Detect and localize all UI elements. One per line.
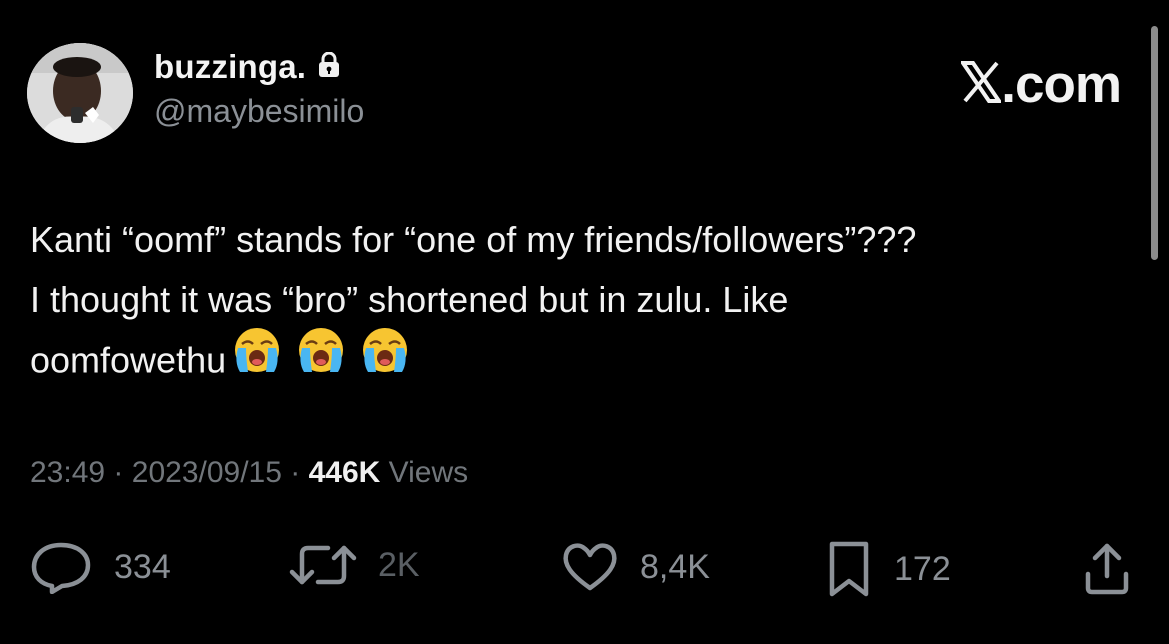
tweet-line-2: I thought it was “bro” shortened but in … xyxy=(30,279,789,320)
author-handle[interactable]: @maybesimilo xyxy=(154,93,364,130)
tweet-body: Kanti “oomf” stands for “one of my frien… xyxy=(30,210,1140,396)
like-count: 8,4K xyxy=(640,547,710,586)
lock-icon xyxy=(318,51,340,83)
like-button[interactable]: 8,4K xyxy=(560,540,710,594)
loudly-crying-face-icon xyxy=(360,326,410,392)
loudly-crying-face-icon xyxy=(232,326,282,392)
scrollbar[interactable] xyxy=(1151,26,1158,260)
author-name-row: buzzinga. xyxy=(154,48,340,86)
tweet-meta: 23:49 · 2023/09/15 · 446K Views xyxy=(30,456,468,490)
meta-separator: · xyxy=(113,456,124,489)
heart-icon xyxy=(560,540,620,594)
bookmark-icon xyxy=(824,540,874,598)
repost-icon xyxy=(288,540,358,590)
tweet-time[interactable]: 23:49 xyxy=(30,456,105,489)
views-label: Views xyxy=(388,456,469,489)
brand-watermark: .com xyxy=(959,54,1122,115)
tweet-line-1: Kanti “oomf” stands for “one of my frien… xyxy=(30,219,917,260)
share-button[interactable] xyxy=(1082,540,1132,596)
views-count: 446K xyxy=(308,456,381,489)
reply-icon xyxy=(28,540,94,594)
tweet-date[interactable]: 2023/09/15 xyxy=(132,456,282,489)
reply-button[interactable]: 334 xyxy=(28,540,171,594)
repost-button[interactable]: 2K xyxy=(288,540,420,590)
avatar-photo xyxy=(27,43,133,143)
brand-domain: .com xyxy=(1001,55,1122,114)
repost-count: 2K xyxy=(378,545,420,584)
loudly-crying-face-icon xyxy=(296,326,346,392)
x-logo-icon xyxy=(959,61,1004,108)
avatar[interactable] xyxy=(27,43,133,143)
action-bar: 334 2K 8,4K 172 xyxy=(0,540,1169,600)
tweet-line-3: oomfowethu xyxy=(30,328,1140,396)
author-display-name[interactable]: buzzinga. xyxy=(154,48,306,86)
bookmark-button[interactable]: 172 xyxy=(824,540,951,598)
bookmark-count: 172 xyxy=(894,549,951,588)
tweet-line-3-text: oomfowethu xyxy=(30,339,227,381)
meta-separator: · xyxy=(290,456,301,489)
share-icon xyxy=(1082,540,1132,596)
reply-count: 334 xyxy=(114,547,171,586)
